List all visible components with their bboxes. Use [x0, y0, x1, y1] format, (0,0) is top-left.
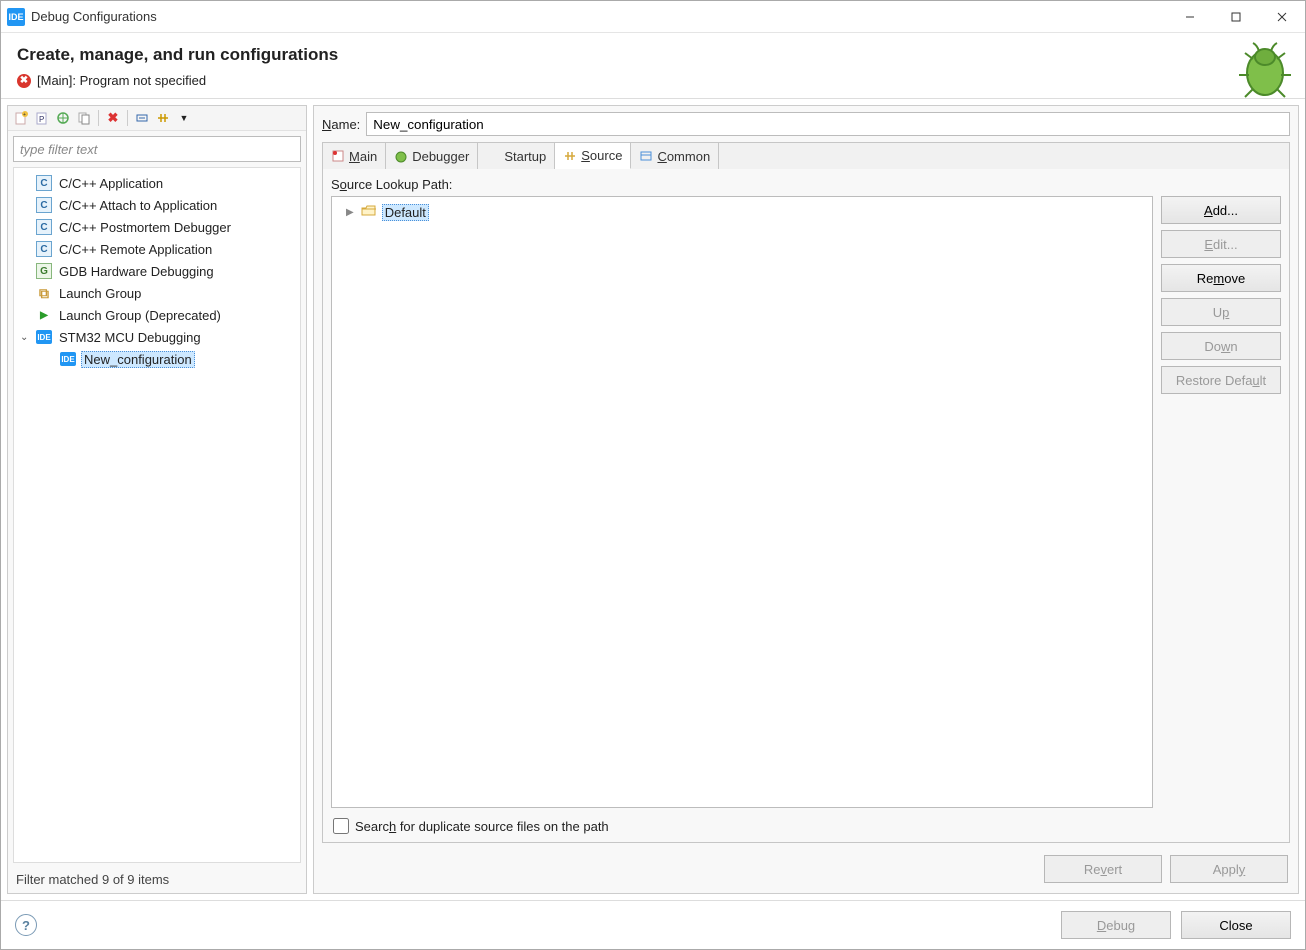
tree-item-label: C/C++ Remote Application: [57, 242, 214, 257]
revert-apply-row: Revert Apply: [314, 849, 1298, 893]
export-icon[interactable]: [54, 109, 72, 127]
revert-button: Revert: [1044, 855, 1162, 883]
close-dialog-button[interactable]: Close: [1181, 911, 1291, 939]
configurations-tree[interactable]: CC/C++ ApplicationCC/C++ Attach to Appli…: [13, 167, 301, 863]
collapse-all-icon[interactable]: [133, 109, 151, 127]
maximize-button[interactable]: [1213, 1, 1259, 32]
tree-item-label: STM32 MCU Debugging: [57, 330, 203, 345]
tree-item[interactable]: ⧉Launch Group: [14, 282, 300, 304]
svg-text:P: P: [39, 115, 44, 124]
tree-item[interactable]: CC/C++ Postmortem Debugger: [14, 216, 300, 238]
dialog-window: IDE Debug Configurations Create, manage,…: [0, 0, 1306, 950]
tab-common[interactable]: Common: [631, 143, 719, 169]
toolbar-separator: [98, 110, 99, 126]
close-button[interactable]: [1259, 1, 1305, 32]
folder-icon: [361, 204, 377, 221]
tree-item-default[interactable]: ▶ Default: [336, 201, 1148, 223]
tab-label: Common: [657, 149, 710, 164]
new-config-icon[interactable]: +: [12, 109, 30, 127]
tab-main[interactable]: Main: [323, 143, 386, 169]
tree-item-label: C/C++ Attach to Application: [57, 198, 219, 213]
tree-item[interactable]: CC/C++ Application: [14, 172, 300, 194]
new-prototype-icon[interactable]: P: [33, 109, 51, 127]
filter-status: Filter matched 9 of 9 items: [8, 868, 306, 893]
tree-item-label: C/C++ Postmortem Debugger: [57, 220, 233, 235]
dialog-body: + P ✖ ▼ CC/C++ ApplicationCC/C++ Attach …: [1, 99, 1305, 900]
edit-button: Edit...: [1161, 230, 1281, 258]
toolbar-separator: [127, 110, 128, 126]
configurations-pane: + P ✖ ▼ CC/C++ ApplicationCC/C++ Attach …: [7, 105, 307, 894]
name-row: Name:: [314, 106, 1298, 142]
expand-caret-icon[interactable]: ⌄: [20, 332, 28, 343]
error-row: ✖ [Main]: Program not specified: [17, 73, 1289, 88]
source-buttons: Add... Edit... Remove Up Down Restore De…: [1161, 196, 1281, 808]
dropdown-arrow-icon[interactable]: ▼: [175, 109, 193, 127]
window-title: Debug Configurations: [31, 9, 1167, 24]
left-toolbar: + P ✖ ▼: [8, 106, 306, 131]
error-icon: ✖: [17, 74, 31, 88]
dialog-footer: ? Debug Close: [1, 900, 1305, 949]
duplicate-search-label: Search for duplicate source files on the…: [355, 819, 609, 834]
tab-label: Startup: [504, 149, 546, 164]
duplicate-search-checkbox[interactable]: [333, 818, 349, 834]
source-tab-panel: Source Lookup Path: ▶ Default Add...: [322, 169, 1290, 843]
main-tab-icon: [331, 149, 345, 163]
remove-button[interactable]: Remove: [1161, 264, 1281, 292]
tree-item[interactable]: CC/C++ Remote Application: [14, 238, 300, 260]
startup-tab-icon: [486, 149, 500, 163]
tree-item-label: Launch Group: [57, 286, 143, 301]
source-area: ▶ Default Add... Edit... Remove Up Down: [331, 196, 1281, 808]
up-button: Up: [1161, 298, 1281, 326]
svg-text:+: +: [23, 112, 26, 118]
tree-item-label: New_configuration: [81, 351, 195, 368]
tree-item-label: C/C++ Application: [57, 176, 165, 191]
filter-input[interactable]: [13, 136, 301, 162]
tab-bar: Main Debugger Startup Source Common: [322, 142, 1290, 169]
tab-debugger[interactable]: Debugger: [386, 143, 478, 169]
delete-icon[interactable]: ✖: [104, 109, 122, 127]
common-tab-icon: [639, 149, 653, 163]
source-lookup-label: Source Lookup Path:: [331, 177, 1281, 192]
tab-label: Main: [349, 149, 377, 164]
tab-label: Source: [581, 148, 622, 163]
app-icon: IDE: [7, 8, 25, 26]
name-label: Name:: [322, 117, 360, 132]
add-button[interactable]: Add...: [1161, 196, 1281, 224]
debug-button: Debug: [1061, 911, 1171, 939]
window-controls: [1167, 1, 1305, 32]
duplicate-icon[interactable]: [75, 109, 93, 127]
down-button: Down: [1161, 332, 1281, 360]
configuration-editor: Name: Main Debugger Startup Source Common So…: [313, 105, 1299, 894]
error-text: [Main]: Program not specified: [37, 73, 206, 88]
tree-item[interactable]: ▶Launch Group (Deprecated): [14, 304, 300, 326]
tab-startup[interactable]: Startup: [478, 143, 555, 169]
tree-item[interactable]: GGDB Hardware Debugging: [14, 260, 300, 282]
debugger-tab-icon: [394, 149, 408, 163]
tab-label: Debugger: [412, 149, 469, 164]
help-icon[interactable]: ?: [15, 914, 37, 936]
debug-bug-icon: [1233, 39, 1293, 99]
minimize-button[interactable]: [1167, 1, 1213, 32]
dialog-heading: Create, manage, and run configurations: [17, 45, 1289, 65]
tree-item-label: Launch Group (Deprecated): [57, 308, 223, 323]
apply-button: Apply: [1170, 855, 1288, 883]
restore-default-button: Restore Default: [1161, 366, 1281, 394]
tree-item[interactable]: CC/C++ Attach to Application: [14, 194, 300, 216]
tab-source[interactable]: Source: [555, 143, 631, 169]
tree-item[interactable]: IDENew_configuration: [14, 348, 300, 370]
source-tab-icon: [563, 149, 577, 163]
source-lookup-tree[interactable]: ▶ Default: [331, 196, 1153, 808]
duplicate-search-row: Search for duplicate source files on the…: [331, 808, 1281, 834]
expand-caret-icon[interactable]: ▶: [346, 207, 354, 218]
tree-item-label: Default: [382, 204, 429, 221]
dialog-header: Create, manage, and run configurations ✖…: [1, 33, 1305, 99]
tree-item-label: GDB Hardware Debugging: [57, 264, 216, 279]
filter-icon[interactable]: [154, 109, 172, 127]
titlebar: IDE Debug Configurations: [1, 1, 1305, 33]
tree-item[interactable]: ⌄IDESTM32 MCU Debugging: [14, 326, 300, 348]
name-input[interactable]: [366, 112, 1290, 136]
